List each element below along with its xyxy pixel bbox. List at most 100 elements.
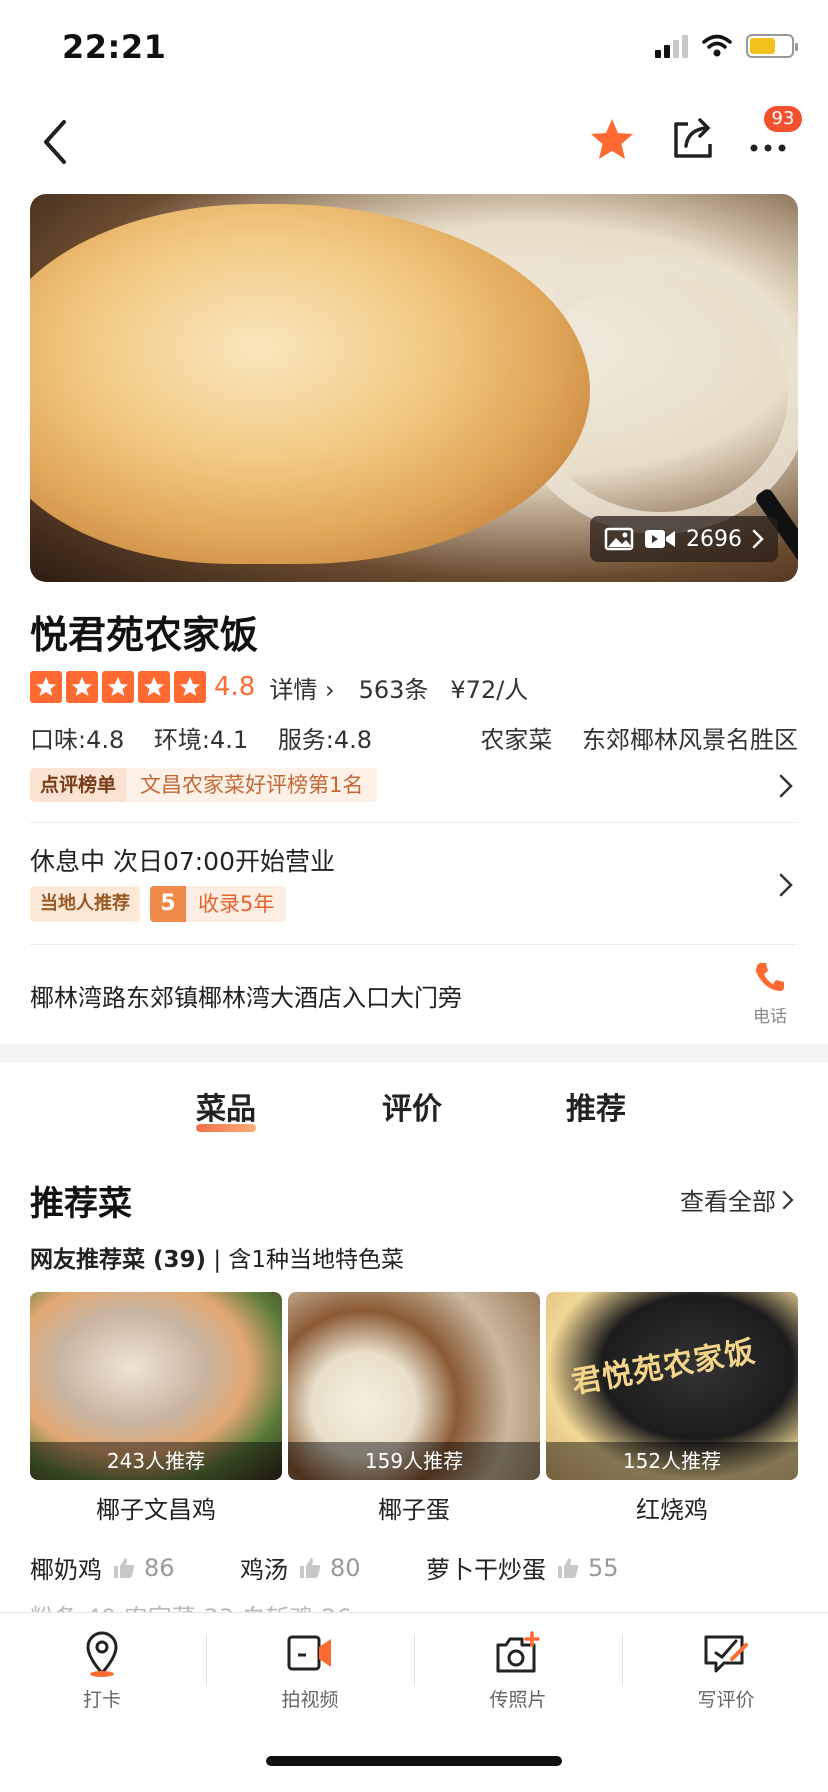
- media-count-pill[interactable]: 2696: [590, 516, 778, 562]
- phone-button[interactable]: 电话: [740, 960, 800, 1027]
- more-dish-item[interactable]: 萝卜干炒蛋 55: [426, 1550, 619, 1585]
- tab-label: 菜品: [196, 1092, 256, 1127]
- dish-cards: 243人推荐 椰子文昌鸡 159人推荐 椰子蛋 君悦苑农家饭 152人推荐 红烧…: [30, 1292, 798, 1524]
- section-separator: [0, 1044, 828, 1062]
- rank-text: 文昌农家菜好评榜第1名: [126, 768, 378, 802]
- status-time: 22:21: [62, 28, 167, 66]
- sub-ratings-row: 口味:4.8 环境:4.1 服务:4.8 农家菜 东郊椰林风景名胜区: [30, 720, 798, 754]
- rating-score: 4.8: [214, 672, 256, 702]
- see-all-link[interactable]: 查看全部: [680, 1182, 794, 1217]
- years-label: 收录5年: [198, 892, 275, 916]
- detail-label: 详情: [269, 675, 318, 704]
- thumbs-up-icon: [300, 1557, 321, 1578]
- star-icon: [174, 671, 206, 703]
- rating-detail-link[interactable]: 详情 ›: [269, 670, 334, 705]
- favorite-star-icon[interactable]: [588, 116, 636, 164]
- star-icon: [138, 671, 170, 703]
- shop-logo-text: 君悦苑农家饭: [568, 1334, 759, 1401]
- divider: [414, 1635, 415, 1685]
- service-rating: 服务:4.8: [277, 726, 373, 754]
- local-recommend-tag: 当地人推荐: [30, 886, 140, 922]
- rank-tag: 点评榜单: [30, 768, 127, 802]
- upload-photo-label: 传照片: [489, 1689, 547, 1711]
- rating-row: 4.8 详情 › 563条 ¥72/人: [30, 670, 528, 704]
- dish-subtitle-bold: 网友推荐菜 (39): [30, 1247, 207, 1273]
- dish-photo: 君悦苑农家饭 152人推荐: [546, 1292, 798, 1480]
- tab-label: 评价: [382, 1092, 442, 1127]
- phone-label: 电话: [753, 1007, 787, 1027]
- dish-name: 椰子蛋: [378, 1496, 450, 1524]
- tab-label: 推荐: [566, 1092, 626, 1127]
- camera-add-icon: [496, 1631, 540, 1673]
- write-review-button[interactable]: 写评价: [666, 1627, 786, 1712]
- rank-row[interactable]: 点评榜单 文昌农家菜好评榜第1名: [30, 768, 378, 802]
- shoot-video-label: 拍视频: [281, 1689, 339, 1711]
- review-count[interactable]: 563条: [359, 670, 429, 705]
- dish-subtitle: 网友推荐菜 (39) | 含1种当地特色菜: [30, 1240, 404, 1274]
- star-rating: [30, 671, 206, 703]
- thumbs-up-icon: [114, 1557, 135, 1578]
- dish-photo: [30, 204, 590, 564]
- category-label[interactable]: 农家菜: [480, 726, 552, 754]
- battery-charging-icon: [746, 34, 798, 58]
- more-dish-item[interactable]: 椰奶鸡 86: [30, 1550, 175, 1585]
- checkin-label: 打卡: [82, 1689, 121, 1711]
- years-number: 5: [150, 886, 186, 922]
- more-dish-name: 椰奶鸡: [30, 1556, 102, 1584]
- more-dish-name: 萝卜干炒蛋: [426, 1556, 546, 1584]
- chevron-right-icon[interactable]: [778, 773, 794, 799]
- status-icons: [655, 34, 798, 58]
- dish-name: 红烧鸡: [636, 1496, 708, 1524]
- dish-recommend-count: 243人推荐: [30, 1442, 282, 1480]
- wifi-icon: [702, 34, 732, 57]
- upload-photo-button[interactable]: 传照片: [458, 1627, 578, 1712]
- home-indicator: [266, 1756, 562, 1766]
- hours-tags: 当地人推荐 5 收录5年: [30, 886, 287, 922]
- address[interactable]: 椰林湾路东郊镇椰林湾大酒店入口大门旁: [30, 978, 462, 1013]
- checkin-button[interactable]: 打卡: [42, 1627, 162, 1712]
- dish-card[interactable]: 243人推荐 椰子文昌鸡: [30, 1292, 282, 1524]
- photo-icon: [604, 527, 634, 551]
- tab-bar: 菜品 评价 推荐: [0, 1062, 828, 1146]
- star-icon: [30, 671, 62, 703]
- business-hours: 休息中 次日07:00开始营业: [30, 847, 335, 876]
- more-dish-count: 80: [330, 1553, 361, 1582]
- dish-subtitle-rest: | 含1种当地特色菜: [206, 1247, 405, 1273]
- hero-image[interactable]: 2696: [30, 194, 798, 582]
- shoot-video-button[interactable]: 拍视频: [250, 1627, 370, 1712]
- more-dish-item[interactable]: 鸡汤 80: [240, 1550, 361, 1585]
- phone-icon: [756, 963, 784, 991]
- price-per-person: ¥72/人: [450, 675, 529, 704]
- shop-name: 悦君苑农家饭: [30, 613, 259, 657]
- dish-card[interactable]: 159人推荐 椰子蛋: [288, 1292, 540, 1524]
- signal-icon: [655, 34, 688, 58]
- share-icon[interactable]: [670, 114, 718, 162]
- area-label[interactable]: 东郊椰林风景名胜区: [582, 726, 798, 754]
- dish-name: 椰子文昌鸡: [96, 1496, 216, 1524]
- notification-badge: 93: [764, 106, 802, 132]
- back-icon[interactable]: [36, 114, 76, 170]
- top-nav: 93: [0, 96, 828, 192]
- star-icon: [66, 671, 98, 703]
- media-count: 2696: [686, 526, 742, 552]
- status-bar: 22:21: [0, 0, 828, 96]
- write-review-label: 写评价: [697, 1689, 755, 1711]
- more-dish-count: 55: [588, 1553, 619, 1582]
- dish-card[interactable]: 君悦苑农家饭 152人推荐 红烧鸡: [546, 1292, 798, 1524]
- more-dish-name: 鸡汤: [240, 1556, 288, 1584]
- dish-photo: 159人推荐: [288, 1292, 540, 1480]
- chevron-right-icon: [752, 529, 764, 549]
- divider: [30, 944, 798, 945]
- dish-recommend-count: 159人推荐: [288, 1442, 540, 1480]
- tab-recommend[interactable]: 推荐: [566, 1084, 626, 1128]
- tab-dishes[interactable]: 菜品: [196, 1084, 256, 1132]
- video-icon: [645, 530, 675, 548]
- section-title: 推荐菜: [30, 1184, 132, 1224]
- tab-reviews[interactable]: 评价: [382, 1084, 442, 1128]
- chevron-right-icon: [782, 1190, 794, 1209]
- star-icon: [102, 671, 134, 703]
- divider: [30, 822, 798, 823]
- dish-photo: 243人推荐: [30, 1292, 282, 1480]
- environment-rating: 环境:4.1: [153, 726, 249, 754]
- chevron-right-icon[interactable]: [778, 872, 794, 898]
